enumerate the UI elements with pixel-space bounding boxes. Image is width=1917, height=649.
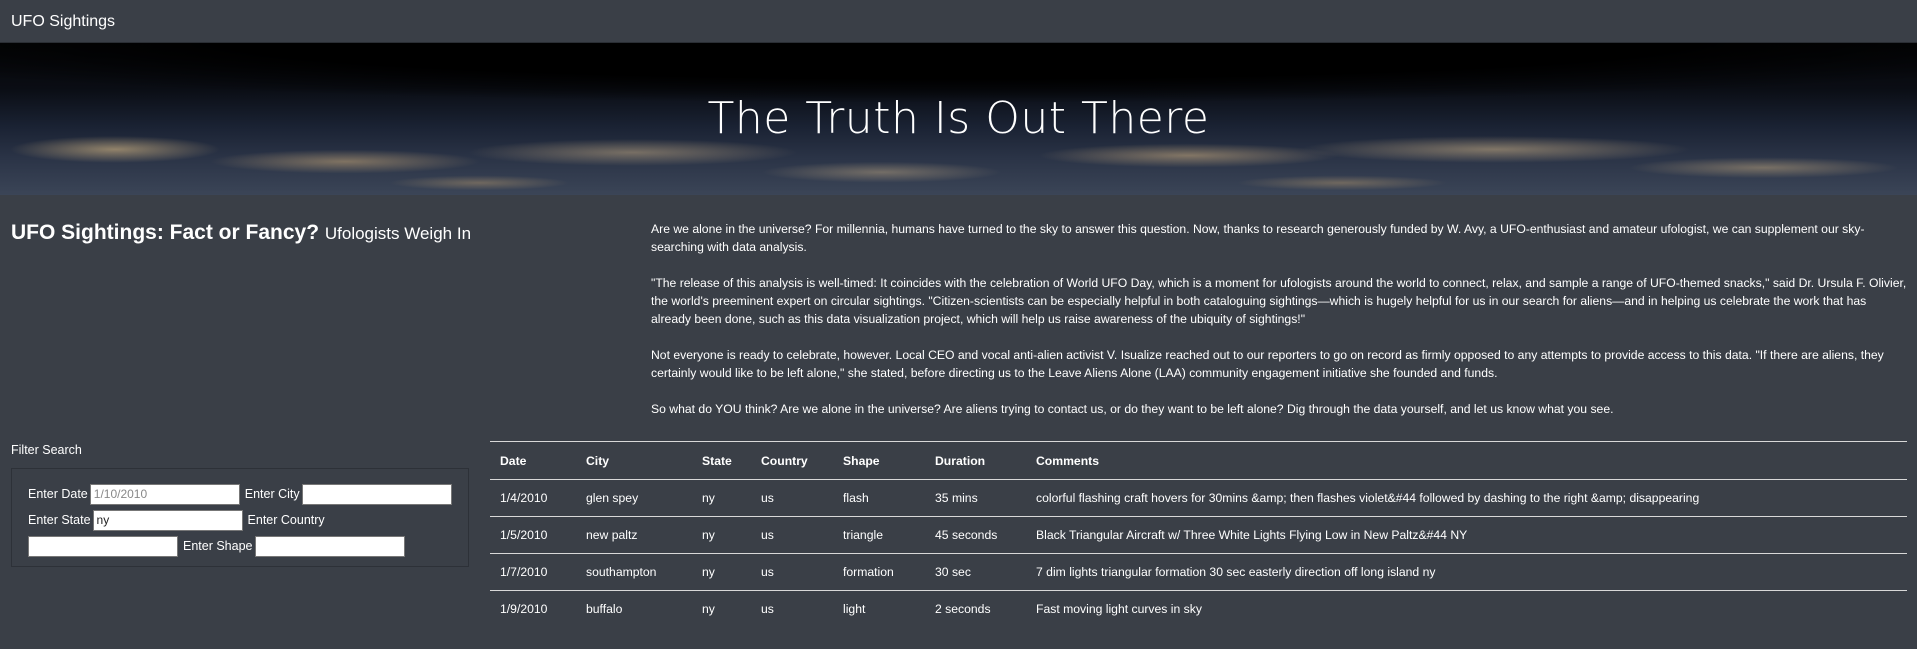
date-filter-input[interactable]: [89, 483, 240, 505]
hero-banner: The Truth Is Out There: [0, 43, 1917, 195]
cell-city: southampton: [576, 553, 692, 591]
cell-date: 1/5/2010: [490, 516, 576, 554]
column-header-comments: Comments: [1026, 441, 1907, 480]
cell-state: ny: [692, 479, 751, 517]
cell-state: ny: [692, 590, 751, 628]
country-filter-input[interactable]: [28, 535, 178, 557]
shape-filter-label: Enter Shape: [183, 539, 253, 553]
article-paragraph: Not everyone is ready to celebrate, howe…: [651, 348, 1884, 380]
state-filter-label: Enter State: [28, 513, 91, 527]
table-row: 1/5/2010 new paltz ny us triangle 45 sec…: [490, 516, 1907, 554]
cell-country: us: [751, 479, 833, 517]
column-header-state: State: [692, 441, 751, 480]
shape-filter-input[interactable]: [254, 535, 405, 557]
page-heading: UFO Sightings: Fact or Fancy? Ufologists…: [11, 221, 471, 245]
city-filter-label: Enter City: [244, 487, 300, 501]
filter-form: Enter Date Enter City Enter State Enter …: [11, 468, 469, 567]
filter-search-title: Filter Search: [11, 443, 82, 457]
table-body: 1/4/2010 glen spey ny us flash 35 mins c…: [490, 479, 1907, 628]
cell-date: 1/9/2010: [490, 590, 576, 628]
filter-row: Enter Shape: [28, 533, 468, 559]
article-paragraph: So what do YOU think? Are we alone in th…: [651, 402, 1614, 416]
navbar-brand-link[interactable]: UFO Sightings: [11, 13, 115, 31]
cell-duration: 2 seconds: [925, 590, 1026, 628]
cell-country: us: [751, 553, 833, 591]
column-header-city: City: [576, 441, 692, 480]
table-row: 1/4/2010 glen spey ny us flash 35 mins c…: [490, 479, 1907, 517]
article-paragraph: "The release of this analysis is well-ti…: [651, 276, 1907, 326]
cell-duration: 35 mins: [925, 479, 1026, 517]
cell-country: us: [751, 590, 833, 628]
state-filter-input[interactable]: [92, 509, 243, 531]
cell-date: 1/7/2010: [490, 553, 576, 591]
filter-row: Enter State Enter Country: [28, 507, 468, 533]
cell-shape: formation: [833, 553, 925, 591]
table-header-row: Date City State Country Shape Duration C…: [490, 441, 1907, 480]
cell-state: ny: [692, 516, 751, 554]
cell-shape: flash: [833, 479, 925, 517]
sightings-table: Date City State Country Shape Duration C…: [490, 441, 1907, 628]
cell-shape: triangle: [833, 516, 925, 554]
hero-title: The Truth Is Out There: [707, 93, 1210, 144]
cell-comments: Black Triangular Aircraft w/ Three White…: [1026, 516, 1907, 554]
country-filter-label: Enter Country: [247, 513, 325, 527]
cell-country: us: [751, 516, 833, 554]
cell-comments: Fast moving light curves in sky: [1026, 590, 1907, 628]
filter-row: Enter Date Enter City: [28, 481, 468, 507]
column-header-date: Date: [490, 441, 576, 480]
cell-city: new paltz: [576, 516, 692, 554]
cell-shape: light: [833, 590, 925, 628]
table-row: 1/9/2010 buffalo ny us light 2 seconds F…: [490, 590, 1907, 628]
navbar: UFO Sightings: [0, 0, 1917, 43]
cell-duration: 45 seconds: [925, 516, 1026, 554]
page-heading-main: UFO Sightings: Fact or Fancy?: [11, 221, 320, 244]
cell-city: buffalo: [576, 590, 692, 628]
column-header-shape: Shape: [833, 441, 925, 480]
table-row: 1/7/2010 southampton ny us formation 30 …: [490, 553, 1907, 591]
page-heading-sub: Ufologists Weigh In: [324, 224, 472, 243]
date-filter-label: Enter Date: [28, 487, 88, 501]
cell-comments: colorful flashing craft hovers for 30min…: [1026, 479, 1907, 517]
article-paragraph: Are we alone in the universe? For millen…: [651, 222, 1865, 254]
article: Are we alone in the universe? For millen…: [651, 220, 1908, 436]
cell-comments: 7 dim lights triangular formation 30 sec…: [1026, 553, 1907, 591]
cell-city: glen spey: [576, 479, 692, 517]
cell-date: 1/4/2010: [490, 479, 576, 517]
city-filter-input[interactable]: [301, 483, 452, 505]
column-header-country: Country: [751, 441, 833, 480]
cell-duration: 30 sec: [925, 553, 1026, 591]
cell-state: ny: [692, 553, 751, 591]
column-header-duration: Duration: [925, 441, 1026, 480]
table-header: Date City State Country Shape Duration C…: [490, 441, 1907, 480]
